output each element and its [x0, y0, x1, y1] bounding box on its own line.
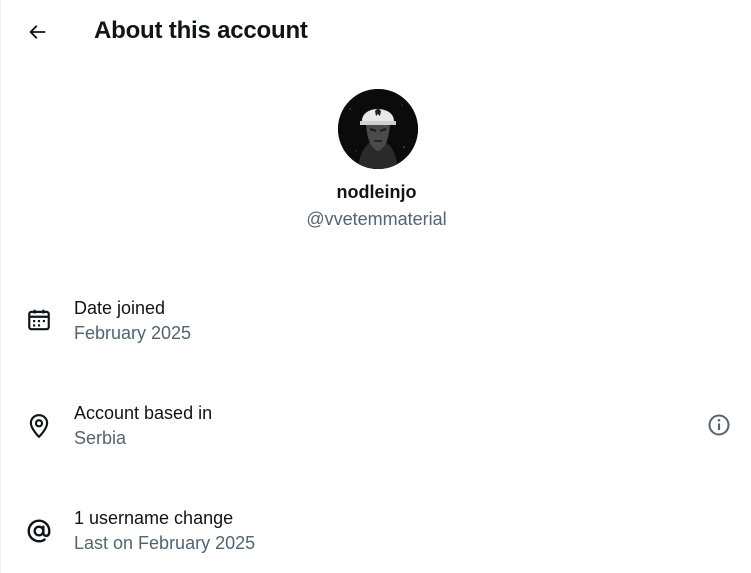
account-based-in-value: Serbia: [74, 428, 127, 448]
arrow-left-icon: [29, 25, 46, 39]
header-bar: About this account: [1, 0, 751, 62]
calendar-icon: [25, 306, 53, 334]
username-handle: @vvetemmaterial: [306, 209, 447, 229]
account-based-in-label: Account based in: [74, 403, 213, 423]
info-icon: [708, 414, 730, 436]
page-title: About this account: [94, 17, 308, 44]
date-joined-row: Date joined February 2025: [1, 296, 751, 356]
avatar[interactable]: [338, 89, 418, 169]
username-change-value: Last on February 2025: [74, 533, 256, 553]
about-account-page: About this account nodleinjo @vvetemmate…: [0, 0, 751, 573]
display-name: nodleinjo: [336, 182, 417, 202]
username-change-label: 1 username change: [74, 508, 234, 528]
location-pin-icon: [25, 412, 53, 440]
info-button[interactable]: [706, 412, 732, 438]
back-button[interactable]: [19, 14, 55, 50]
date-joined-value: February 2025: [74, 323, 192, 343]
username-change-row: 1 username change Last on February 2025: [1, 506, 751, 566]
at-sign-icon: [25, 517, 53, 545]
account-based-in-row: Account based in Serbia: [1, 401, 751, 461]
date-joined-label: Date joined: [74, 298, 166, 318]
profile-avatar: [338, 89, 418, 169]
